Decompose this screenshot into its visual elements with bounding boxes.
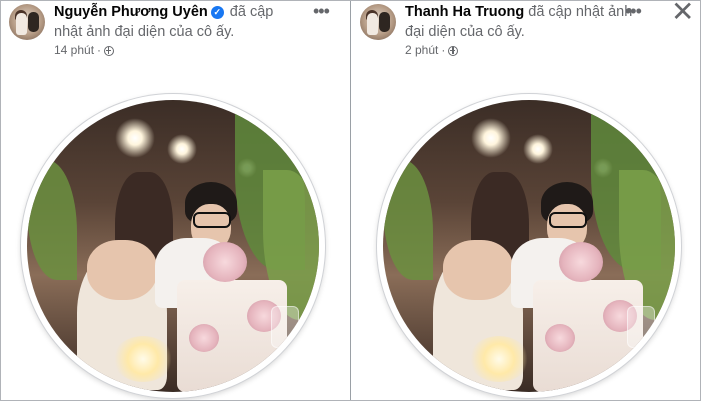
more-options-button[interactable]: ••• <box>313 1 330 22</box>
profile-photo-image <box>383 100 675 392</box>
profile-photo-image <box>27 100 319 392</box>
profile-photo[interactable] <box>377 94 681 398</box>
author-name[interactable]: Thanh Ha Truong <box>405 4 524 20</box>
post-time[interactable]: 2 phút <box>405 43 438 57</box>
meta-separator: · <box>97 43 102 57</box>
post-time[interactable]: 14 phút <box>54 43 94 57</box>
post-header: Thanh Ha Truong đã cập nhật ảnh đại diện… <box>405 2 655 42</box>
verified-badge-icon: ✓ <box>210 6 224 19</box>
post-right: Thanh Ha Truong đã cập nhật ảnh đại diện… <box>351 0 701 401</box>
globe-icon <box>104 46 115 56</box>
post-meta: 2 phút · <box>405 42 459 58</box>
profile-avatar[interactable] <box>360 4 396 40</box>
profile-photo[interactable] <box>21 94 325 398</box>
more-options-button[interactable]: ••• <box>625 1 642 22</box>
post-meta: 14 phút · <box>54 42 115 58</box>
author-name[interactable]: Nguyễn Phương Uyên <box>54 4 208 20</box>
profile-avatar[interactable] <box>9 4 45 40</box>
globe-icon <box>448 46 459 56</box>
meta-separator: · <box>441 43 446 57</box>
close-icon[interactable]: ✕ <box>671 0 694 27</box>
post-header: Nguyễn Phương Uyên ✓ đã cập nhật ảnh đại … <box>54 2 304 42</box>
post-left: Nguyễn Phương Uyên ✓ đã cập nhật ảnh đại … <box>0 0 350 401</box>
